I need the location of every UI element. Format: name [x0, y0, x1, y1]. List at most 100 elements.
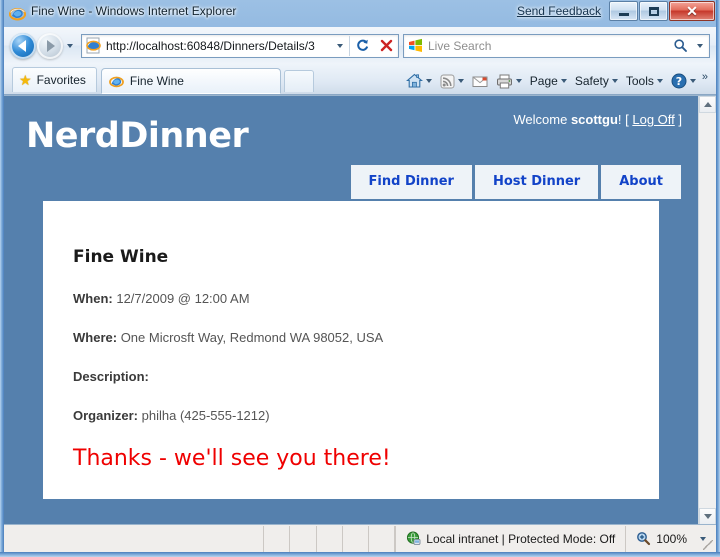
home-button[interactable]: [402, 71, 436, 91]
thanks-message: Thanks - we'll see you there!: [73, 446, 391, 471]
window-title: Fine Wine - Windows Internet Explorer: [31, 4, 237, 18]
browser-window: Fine Wine - Windows Internet Explorer Se…: [0, 0, 720, 557]
when-label: When:: [73, 291, 113, 306]
status-pane-1: [264, 525, 291, 552]
log-off-link[interactable]: Log Off: [632, 112, 674, 127]
chevron-down-icon: [697, 43, 703, 48]
read-mail-icon: [472, 75, 488, 88]
chevron-down-icon[interactable]: [457, 79, 464, 83]
security-zone-label: Local intranet | Protected Mode: Off: [426, 531, 616, 546]
tools-menu-label: Tools: [625, 74, 654, 88]
window-frame-right: [716, 0, 720, 557]
command-overflow-button[interactable]: »: [700, 71, 710, 83]
nav-about[interactable]: About: [601, 165, 681, 199]
help-menu-button[interactable]: ?: [667, 71, 700, 91]
window-frame-left: [0, 0, 4, 557]
tools-menu-button[interactable]: Tools: [622, 72, 667, 90]
where-label: Where:: [73, 330, 118, 345]
search-icon: [674, 39, 687, 52]
feeds-button[interactable]: [436, 72, 468, 91]
maximize-button[interactable]: [639, 1, 668, 21]
page-menu-label: Page: [529, 74, 558, 88]
welcome-end: ]: [674, 112, 682, 127]
home-icon: [405, 73, 423, 89]
search-box[interactable]: Live Search: [403, 33, 710, 58]
page-favicon-icon: [85, 37, 102, 54]
tab-label: Fine Wine: [129, 74, 184, 88]
welcome-message: Welcome scottgu! [ Log Off ]: [513, 112, 682, 127]
nav-find-dinner[interactable]: Find Dinner: [350, 165, 472, 199]
resize-grip[interactable]: [703, 540, 713, 550]
window-controls: ✕: [608, 1, 715, 21]
send-feedback-link[interactable]: Send Feedback: [517, 4, 601, 18]
page-viewport: Welcome scottgu! [ Log Off ] NerdDinner …: [4, 95, 716, 524]
chevron-down-icon: [560, 79, 567, 83]
organizer-label: Organizer:: [73, 408, 139, 423]
site-logo[interactable]: NerdDinner: [26, 116, 249, 156]
refresh-button[interactable]: [350, 34, 374, 58]
forward-button[interactable]: [37, 32, 63, 59]
address-bar[interactable]: http://localhost:60848/Dinners/Details/3: [81, 33, 399, 58]
star-icon: ★: [19, 72, 32, 88]
chevron-down-icon: [67, 43, 73, 48]
address-dropdown-button[interactable]: [331, 35, 349, 57]
status-pane-2: [290, 525, 317, 552]
scroll-up-button[interactable]: [699, 96, 716, 113]
print-button[interactable]: [492, 72, 526, 91]
safety-menu-label: Safety: [574, 74, 609, 88]
back-button[interactable]: [10, 32, 36, 59]
read-mail-button[interactable]: [468, 73, 492, 90]
chevron-up-icon: [703, 102, 712, 107]
welcome-prefix: Welcome: [513, 112, 571, 127]
tab-bar: ★ Favorites Fine Wine Page Safety Tools …: [4, 64, 716, 95]
status-pane-4: [343, 525, 370, 552]
dinner-organizer: Organizer: philha (425-555-1212): [43, 408, 659, 423]
scroll-down-button[interactable]: [699, 508, 716, 524]
command-bar: Page Safety Tools ? »: [402, 71, 710, 91]
safety-menu-button[interactable]: Safety: [571, 72, 622, 90]
chevron-down-icon: [656, 79, 663, 83]
when-value: 12/7/2009 @ 12:00 AM: [116, 291, 250, 306]
favorites-button[interactable]: ★ Favorites: [12, 67, 97, 92]
status-pane-5: [369, 525, 396, 552]
back-arrow-icon: [18, 39, 26, 52]
page-menu-button[interactable]: Page: [526, 72, 571, 90]
vertical-scrollbar[interactable]: [698, 96, 716, 524]
print-icon: [496, 74, 513, 89]
search-input[interactable]: Live Search: [428, 39, 670, 53]
internet-zone-icon: [406, 531, 421, 546]
windows-live-icon: [408, 38, 423, 53]
nav-host-dinner[interactable]: Host Dinner: [474, 165, 599, 199]
close-button[interactable]: ✕: [669, 1, 715, 21]
close-icon: ✕: [686, 3, 698, 19]
favorites-label: Favorites: [36, 73, 86, 87]
welcome-suffix: ! [: [617, 112, 633, 127]
username: scottgu: [570, 112, 618, 127]
recent-pages-button[interactable]: [63, 33, 77, 59]
window-frame-bottom: [0, 552, 720, 557]
chevron-down-icon: [703, 514, 712, 519]
search-provider-dropdown[interactable]: [691, 35, 709, 57]
navigation-bar: http://localhost:60848/Dinners/Details/3: [4, 27, 716, 64]
magnifier-icon: [636, 531, 651, 546]
url-text[interactable]: http://localhost:60848/Dinners/Details/3: [106, 39, 331, 53]
tab-favicon-icon: [109, 74, 124, 89]
site-navigation: Find Dinner Host Dinner About: [350, 165, 681, 199]
minimize-icon: [618, 12, 629, 16]
maximize-icon: [648, 6, 659, 16]
zoom-level-label: 100%: [656, 531, 687, 546]
chevron-down-icon[interactable]: [425, 79, 432, 83]
chevron-down-icon: [337, 43, 343, 48]
chevron-down-icon[interactable]: [515, 79, 522, 83]
stop-button[interactable]: [374, 34, 398, 58]
minimize-button[interactable]: [609, 1, 638, 21]
chevron-down-icon: [611, 79, 618, 83]
ie-logo-icon: [8, 5, 27, 22]
svg-text:?: ?: [676, 75, 682, 88]
security-zone[interactable]: Local intranet | Protected Mode: Off: [395, 525, 627, 552]
status-pane-3: [317, 525, 343, 552]
dinner-description: Description:: [43, 369, 659, 384]
search-go-button[interactable]: [670, 38, 691, 53]
browser-tab[interactable]: Fine Wine: [100, 68, 281, 94]
new-tab-button[interactable]: [283, 70, 314, 92]
